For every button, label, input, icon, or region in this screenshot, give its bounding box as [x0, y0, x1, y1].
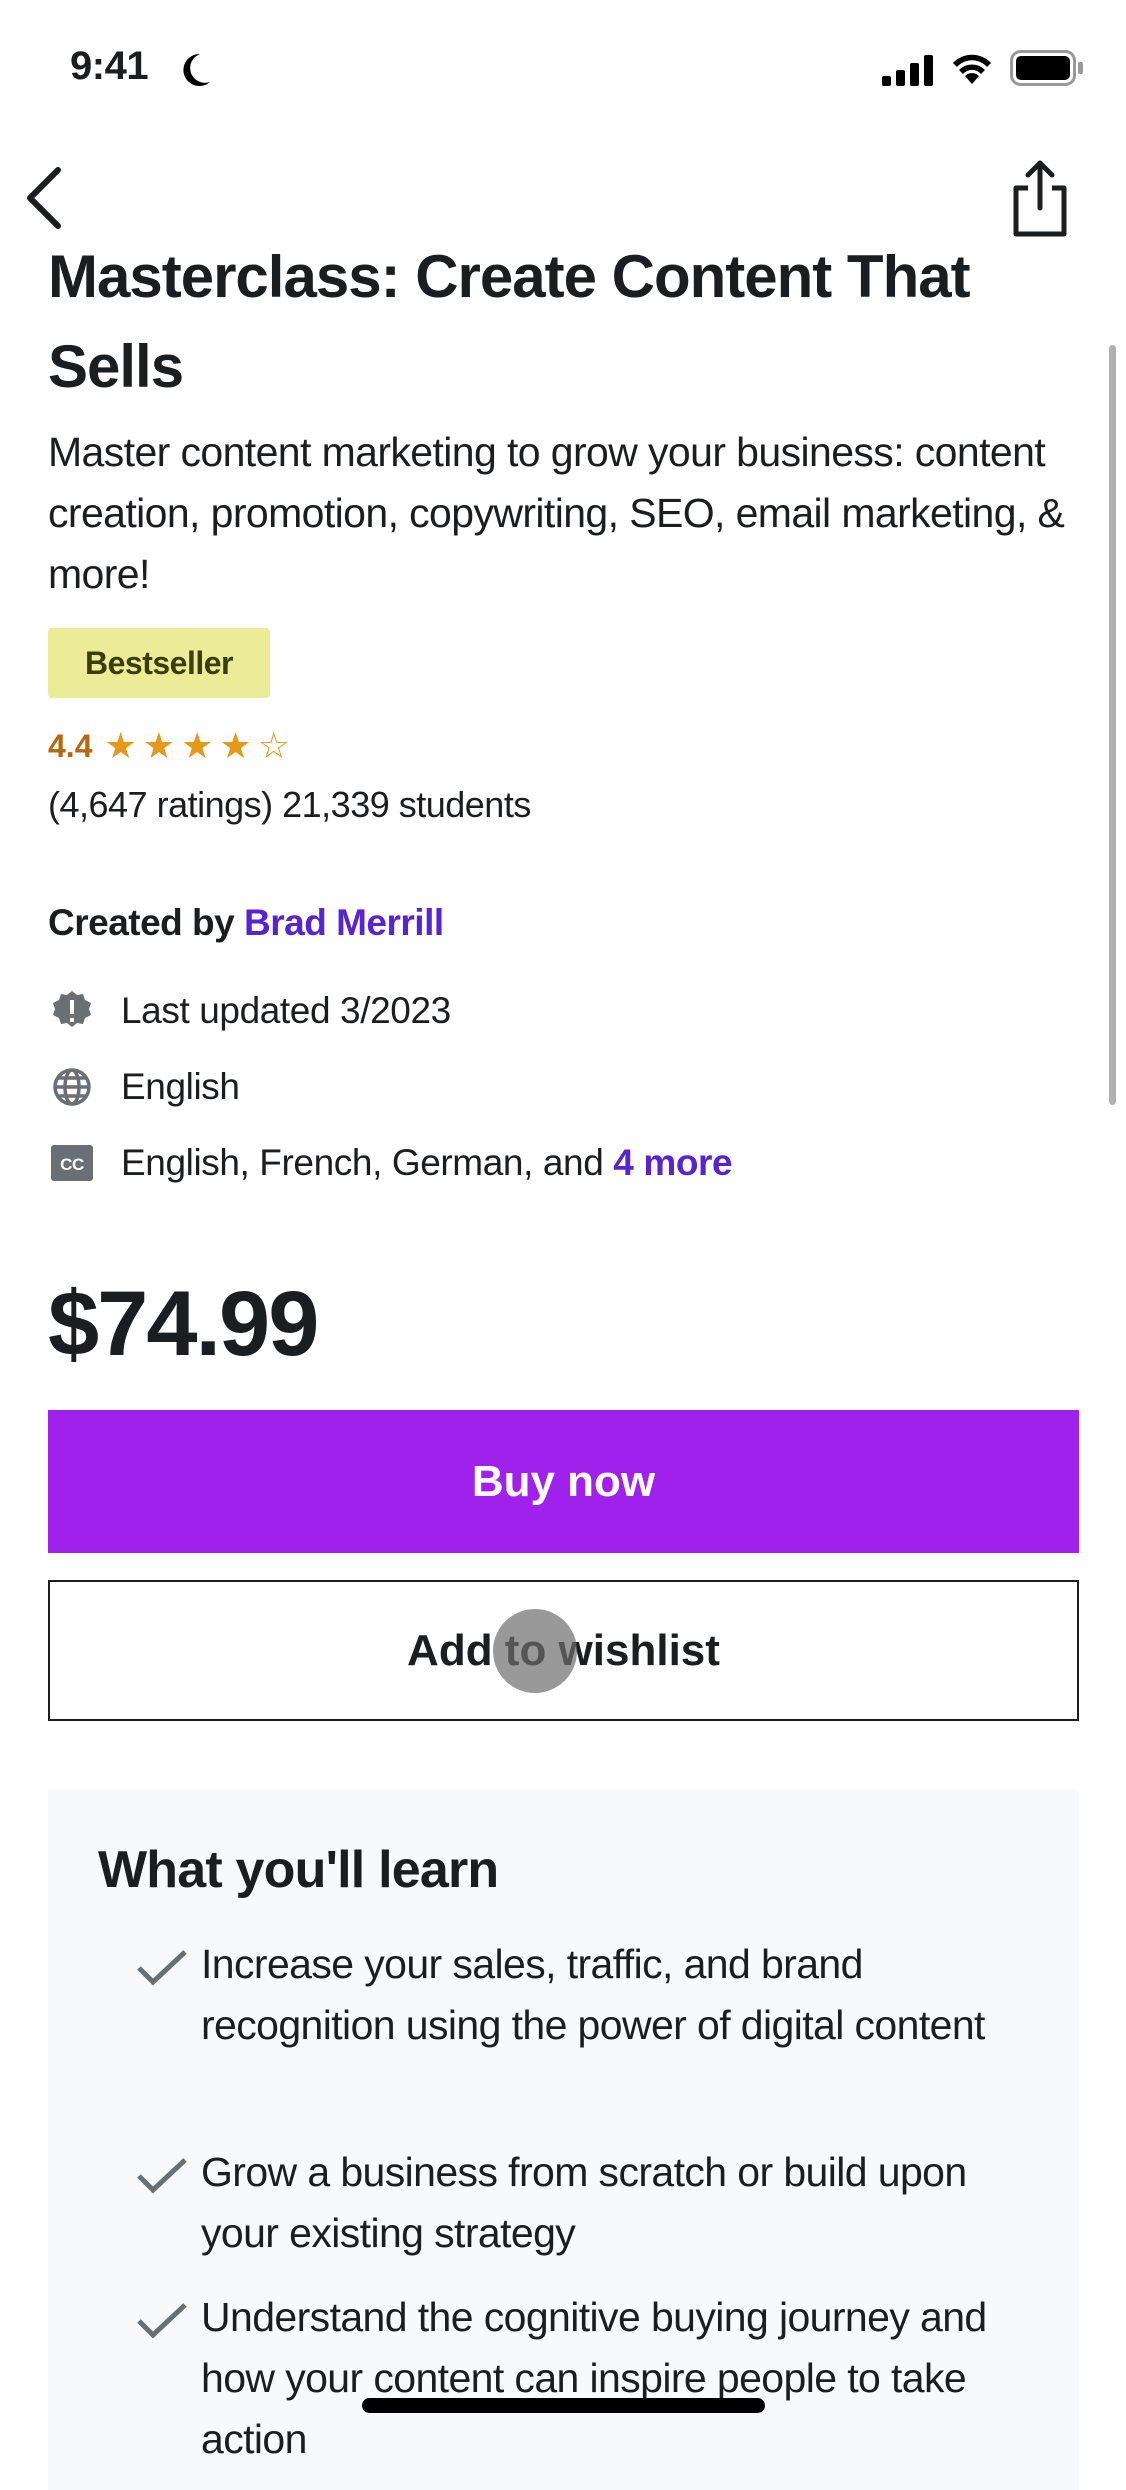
- globe-icon: [50, 1065, 94, 1109]
- svg-text:CC: CC: [60, 1155, 84, 1174]
- list-item-text: Increase your sales, traffic, and brand …: [201, 1941, 985, 2048]
- language-text: English: [121, 1066, 240, 1107]
- captions-more-link[interactable]: 4 more: [613, 1142, 732, 1184]
- moon-icon: [183, 53, 210, 86]
- course-title: Masterclass: Create Content That Sells: [48, 243, 971, 400]
- captions-row: CC English, French, German, and 4 more: [50, 1141, 733, 1185]
- rating-row: 4.4 ★ ★ ★ ★ ☆: [48, 726, 290, 766]
- price: $74.99: [48, 1273, 319, 1375]
- language-row: English: [50, 1065, 240, 1109]
- bestseller-badge: Bestseller: [48, 628, 270, 698]
- scrollbar[interactable]: [1109, 345, 1116, 1105]
- check-icon: [137, 2158, 187, 2194]
- check-icon: [137, 1950, 187, 1986]
- created-by-label: Created by: [48, 902, 235, 943]
- buy-now-button[interactable]: Buy now: [48, 1410, 1079, 1553]
- rating-value: 4.4: [48, 727, 93, 764]
- check-icon: [137, 2303, 187, 2339]
- course-subtitle: Master content marketing to grow your bu…: [48, 429, 1065, 597]
- wifi-icon: [953, 54, 991, 84]
- last-updated-text: Last updated 3/2023: [121, 990, 451, 1031]
- status-time: 9:41: [70, 44, 149, 88]
- star-empty-icon: ☆: [257, 725, 290, 766]
- what-youll-learn-section: What you'll learn Increase your sales, t…: [48, 1790, 1079, 2490]
- touch-indicator: [493, 1609, 577, 1693]
- nav-bar: 9:41: [0, 0, 1126, 254]
- list-item: Understand the cognitive buying journey …: [132, 2287, 1052, 2470]
- captions-text: English, French, German, and: [121, 1142, 604, 1183]
- signal-icon: [882, 55, 933, 86]
- list-item: Increase your sales, traffic, and brand …: [132, 1934, 1052, 2056]
- alert-badge-icon: [50, 989, 94, 1033]
- chevron-left-icon[interactable]: [22, 166, 66, 230]
- closed-captions-icon: CC: [50, 1141, 94, 1185]
- rating-counts: (4,647 ratings) 21,339 students: [48, 784, 531, 825]
- battery-icon: [1010, 50, 1083, 86]
- list-item: Grow a business from scratch or build up…: [132, 2142, 1052, 2264]
- created-by: Created by Brad Merrill: [48, 902, 444, 944]
- star-full-icon: ★: [181, 725, 214, 766]
- share-icon[interactable]: [1008, 158, 1072, 238]
- instructor-link[interactable]: Brad Merrill: [244, 902, 444, 943]
- home-indicator[interactable]: [362, 2398, 765, 2413]
- star-full-icon: ★: [142, 725, 176, 766]
- last-updated-row: Last updated 3/2023: [50, 989, 451, 1033]
- star-full-icon: ★: [104, 725, 137, 766]
- star-full-icon: ★: [219, 725, 252, 766]
- section-title: What you'll learn: [98, 1841, 499, 1899]
- list-item-text: Grow a business from scratch or build up…: [201, 2149, 967, 2256]
- list-item-text: Understand the cognitive buying journey …: [201, 2294, 987, 2462]
